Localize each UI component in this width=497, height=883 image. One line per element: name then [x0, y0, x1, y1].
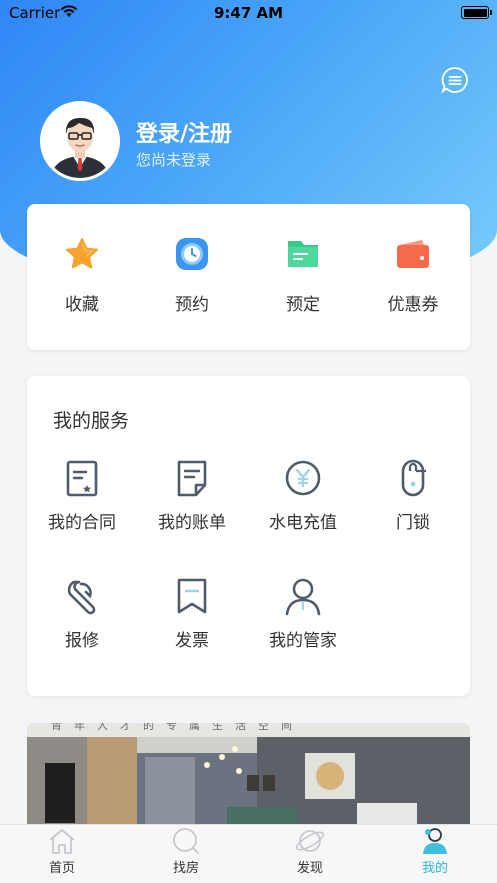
tab-home-label: 首页 [48, 861, 75, 876]
yuan-coin-icon [285, 460, 321, 496]
service-invoice-label: 发票 [175, 631, 209, 651]
bill-icon [177, 460, 207, 497]
tab-find-room[interactable]: 找房 [124, 825, 248, 883]
planet-icon [295, 830, 325, 852]
service-utilities-recharge-label: 水电充值 [269, 513, 337, 533]
login-status-text: 您尚未登录 [136, 151, 212, 169]
favorites-label: 收藏 [65, 295, 99, 315]
service-repair[interactable]: 报修 [27, 576, 137, 651]
clock-icon [176, 238, 208, 270]
tab-mine[interactable]: 我的 [373, 825, 497, 883]
service-contract-label: 我的合同 [48, 513, 116, 533]
search-icon [173, 828, 199, 854]
service-bill[interactable]: 我的账单 [137, 458, 247, 533]
coupon-button[interactable]: 优惠券 [358, 236, 468, 315]
tab-mine-label: 我的 [421, 861, 448, 876]
tab-discover-label: 发现 [296, 861, 323, 876]
invoice-icon [177, 578, 207, 614]
avatar-illustration [43, 104, 117, 178]
folder-icon [288, 241, 318, 267]
wrench-icon [67, 580, 96, 615]
clock-time: 9:47 AM [213, 4, 284, 22]
profile-icon [423, 828, 447, 854]
service-invoice[interactable]: 发票 [137, 576, 247, 651]
bottom-tab-bar: 首页 找房 发现 我的 [0, 824, 497, 883]
service-utilities-recharge[interactable]: 水电充值 [248, 458, 358, 533]
reservation-button[interactable]: 预定 [248, 236, 358, 315]
room-photo [27, 723, 470, 833]
services-title: 我的服务 [53, 410, 130, 432]
person-icon [285, 578, 321, 616]
service-door-lock[interactable]: 门锁 [358, 458, 468, 533]
star-icon [66, 238, 98, 269]
service-housekeeper[interactable]: 我的管家 [248, 576, 358, 651]
service-contract[interactable]: 我的合同 [27, 458, 137, 533]
login-register-link[interactable]: 登录/注册 [136, 116, 232, 148]
banner-caption: 青年人才的专属生活空间 [51, 723, 304, 732]
door-lock-icon [401, 459, 426, 497]
avatar[interactable] [40, 101, 120, 181]
quick-actions-card: 收藏 预约 预定 优惠券 [27, 204, 470, 350]
home-icon [49, 829, 75, 854]
tab-discover[interactable]: 发现 [248, 825, 372, 883]
tab-home[interactable]: 首页 [0, 825, 124, 883]
status-bar: Carrier 9:47 AM [0, 0, 497, 26]
message-button[interactable] [441, 66, 469, 94]
service-door-lock-label: 门锁 [396, 513, 430, 533]
chat-bubble-icon [441, 67, 468, 94]
battery-icon [461, 6, 492, 19]
service-bill-label: 我的账单 [158, 513, 226, 533]
my-services-card: 我的服务 我的合同 我的账单 水电充值 门锁 报修 发票 我的管家 [27, 376, 470, 696]
appointment-label: 预约 [175, 295, 209, 315]
reservation-label: 预定 [286, 295, 320, 315]
wallet-icon [397, 240, 429, 268]
promo-banner[interactable]: 青年人才的专属生活空间 [27, 723, 470, 833]
tab-find-room-label: 找房 [172, 861, 199, 876]
appointment-button[interactable]: 预约 [137, 236, 247, 315]
service-housekeeper-label: 我的管家 [269, 631, 337, 651]
service-repair-label: 报修 [65, 631, 99, 651]
coupon-label: 优惠券 [387, 295, 439, 315]
contract-icon [66, 460, 98, 497]
favorites-button[interactable]: 收藏 [27, 236, 137, 315]
